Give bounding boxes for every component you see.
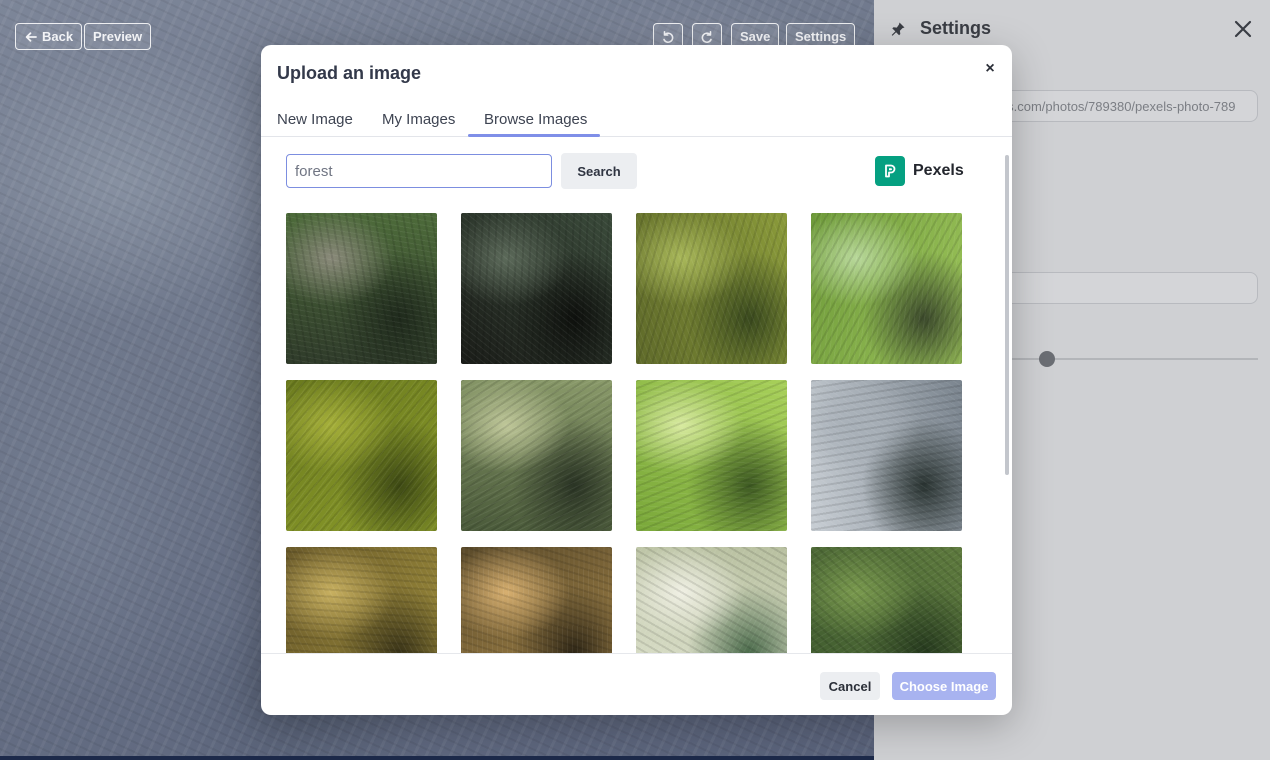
cancel-button[interactable]: Cancel bbox=[820, 672, 880, 700]
settings-text-field[interactable] bbox=[984, 272, 1258, 304]
search-button[interactable]: Search bbox=[561, 153, 637, 189]
image-thumbnail[interactable] bbox=[636, 380, 787, 531]
back-button-label: Back bbox=[42, 29, 74, 44]
image-thumbnail[interactable] bbox=[636, 213, 787, 364]
save-button-label: Save bbox=[740, 29, 771, 44]
modal-close-icon[interactable]: × bbox=[982, 61, 998, 77]
image-thumbnail[interactable] bbox=[461, 547, 612, 653]
modal-title: Upload an image bbox=[277, 63, 422, 83]
undo-icon bbox=[663, 30, 674, 43]
modal-footer: Cancel Choose Image bbox=[261, 653, 1012, 715]
image-texture bbox=[636, 213, 787, 364]
arrow-left-icon bbox=[25, 31, 37, 42]
tab-new-image[interactable]: New Image bbox=[277, 111, 353, 128]
modal-tabs: New Image My Images Browse Images bbox=[261, 103, 1012, 137]
search-input[interactable] bbox=[286, 154, 552, 188]
preview-button-label: Preview bbox=[93, 29, 143, 44]
pexels-logo-icon bbox=[875, 156, 905, 186]
pin-icon[interactable] bbox=[890, 21, 906, 37]
image-thumbnail[interactable] bbox=[461, 380, 612, 531]
settings-header: Settings bbox=[890, 18, 991, 39]
image-texture bbox=[461, 547, 612, 653]
canvas-bottom-strip bbox=[0, 756, 874, 760]
upload-image-modal: Upload an image × New Image My Images Br… bbox=[261, 45, 1012, 715]
image-texture bbox=[811, 213, 962, 364]
image-texture bbox=[461, 213, 612, 364]
image-thumbnail[interactable] bbox=[286, 380, 437, 531]
image-texture bbox=[461, 380, 612, 531]
close-icon[interactable] bbox=[1232, 18, 1254, 40]
image-texture bbox=[636, 547, 787, 653]
settings-slider-thumb[interactable] bbox=[1039, 351, 1056, 367]
image-texture bbox=[636, 380, 787, 531]
settings-slider-track[interactable] bbox=[984, 358, 1258, 360]
image-thumbnail[interactable] bbox=[811, 547, 962, 653]
image-thumbnail[interactable] bbox=[286, 547, 437, 653]
active-tab-indicator bbox=[468, 134, 600, 137]
pexels-attribution[interactable]: Pexels bbox=[875, 156, 964, 186]
tab-browse-images[interactable]: Browse Images bbox=[484, 111, 587, 128]
image-texture bbox=[286, 547, 437, 653]
image-texture bbox=[811, 547, 962, 653]
image-thumbnail[interactable] bbox=[811, 213, 962, 364]
back-button[interactable]: Back bbox=[15, 23, 83, 50]
tab-my-images[interactable]: My Images bbox=[382, 111, 455, 128]
image-thumbnail[interactable] bbox=[636, 547, 787, 653]
image-texture bbox=[286, 213, 437, 364]
choose-image-button[interactable]: Choose Image bbox=[892, 672, 996, 700]
preview-button[interactable]: Preview bbox=[84, 23, 152, 50]
image-grid bbox=[261, 195, 1012, 653]
pexels-name: Pexels bbox=[913, 162, 964, 179]
settings-button-label: Settings bbox=[795, 29, 847, 44]
image-texture bbox=[286, 380, 437, 531]
redo-icon bbox=[701, 30, 712, 43]
image-thumbnail[interactable] bbox=[286, 213, 437, 364]
image-url-field[interactable]: els.com/photos/789380/pexels-photo-789 bbox=[984, 90, 1258, 122]
settings-title: Settings bbox=[920, 18, 992, 38]
image-thumbnail[interactable] bbox=[461, 213, 612, 364]
image-thumbnail[interactable] bbox=[811, 380, 962, 531]
image-texture bbox=[811, 380, 962, 531]
image-url-value: els.com/photos/789380/pexels-photo-789 bbox=[997, 98, 1236, 114]
